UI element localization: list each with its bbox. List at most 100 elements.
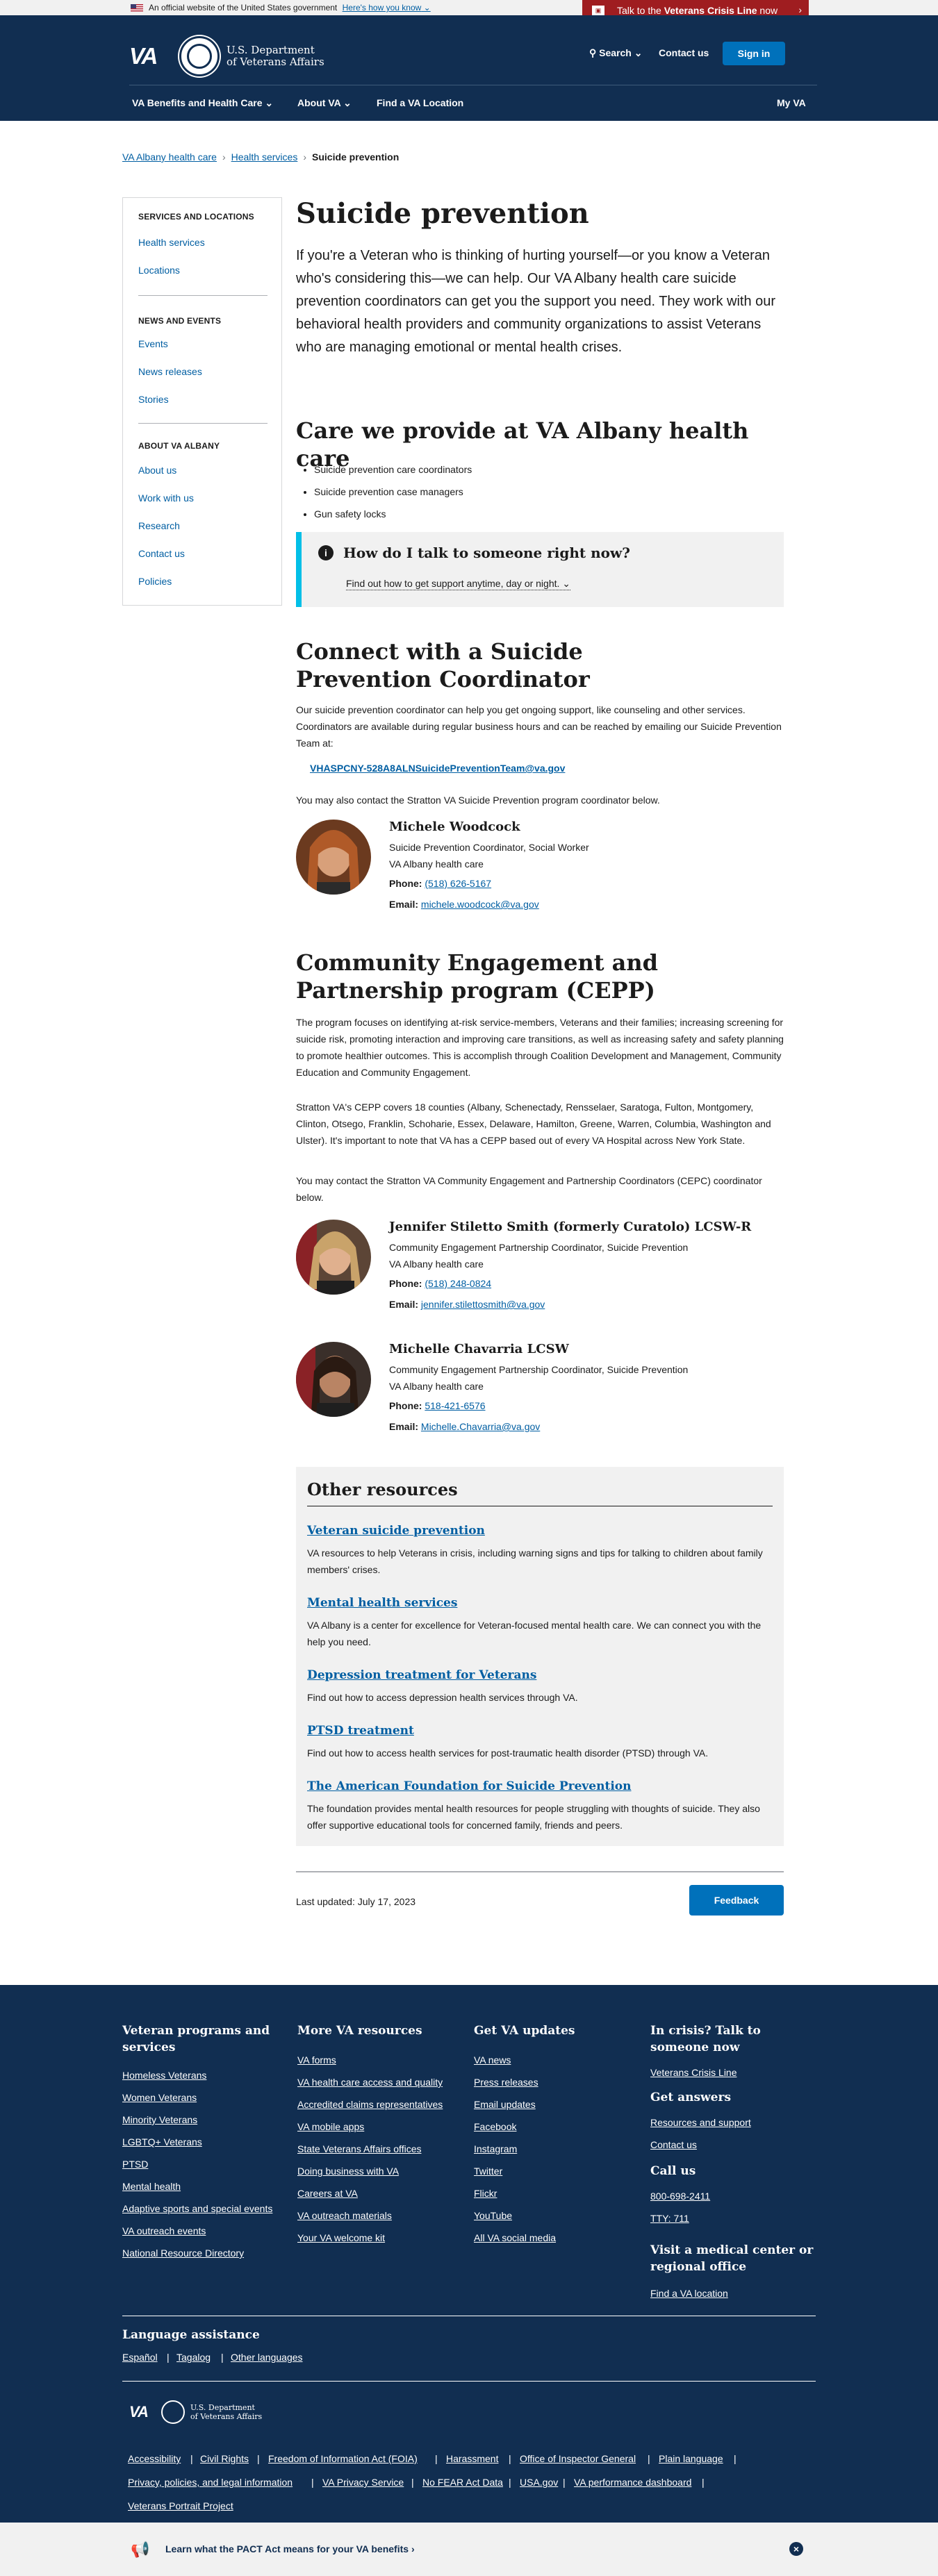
language-heading: Language assistance — [122, 2328, 260, 2342]
footer-bottom-link[interactable]: Freedom of Information Act (FOIA) — [268, 2453, 418, 2464]
footer-link[interactable]: VA mobile apps — [297, 2121, 364, 2132]
avatar — [296, 820, 371, 895]
search-icon: ⚲ — [589, 47, 597, 58]
footer-bottom-link[interactable]: No FEAR Act Data — [422, 2477, 503, 2488]
sidenav-events[interactable]: Events — [138, 338, 168, 349]
cepp-paragraph: Stratton VA's CEPP covers 18 counties (A… — [296, 1102, 771, 1146]
footer-bottom-link[interactable]: Civil Rights — [200, 2453, 249, 2464]
heres-how-you-know-link[interactable]: Here's how you know ⌄ — [343, 3, 431, 13]
phone-link[interactable]: (518) 248-0824 — [425, 1278, 491, 1289]
person-card: Jennifer Stiletto Smith (formerly Curato… — [296, 1220, 784, 1310]
phone-link[interactable]: 518-421-6576 — [425, 1400, 485, 1411]
lang-other[interactable]: Other languages — [231, 2352, 303, 2363]
resource-link[interactable]: PTSD treatment — [307, 1724, 773, 1738]
sidenav-work-with-us[interactable]: Work with us — [138, 492, 194, 504]
footer-link[interactable]: Women Veterans — [122, 2092, 197, 2103]
coordinator-heading: Connect with a Suicide Prevention Coordi… — [296, 638, 590, 692]
breadcrumb-va-albany[interactable]: VA Albany health care — [122, 151, 217, 163]
phone-link[interactable]: (518) 626-5167 — [425, 878, 491, 889]
footer-link[interactable]: VA health care access and quality — [297, 2077, 443, 2088]
footer-bottom-link[interactable]: Office of Inspector General — [520, 2453, 636, 2464]
footer-link[interactable]: VA outreach materials — [297, 2210, 392, 2221]
footer-link[interactable]: National Resource Directory — [122, 2247, 244, 2259]
person-name: Michelle Chavarria LCSW — [389, 1342, 569, 1356]
resource-link[interactable]: The American Foundation for Suicide Prev… — [307, 1779, 773, 1793]
resource-link[interactable]: Mental health services — [307, 1596, 773, 1610]
nav-about-va[interactable]: About VA ⌄ — [297, 97, 352, 109]
footer-link[interactable]: Minority Veterans — [122, 2114, 197, 2125]
resource-link[interactable]: Veteran suicide prevention — [307, 1524, 773, 1538]
team-email-link[interactable]: VHASPCNY-528A8ALNSuicidePreventionTeam@v… — [310, 763, 565, 774]
sidenav-policies[interactable]: Policies — [138, 576, 172, 587]
footer-link[interactable]: PTSD — [122, 2159, 148, 2170]
footer-link[interactable]: YouTube — [474, 2210, 512, 2221]
email-link[interactable]: Michelle.Chavarria@va.gov — [421, 1421, 540, 1432]
sidenav-research[interactable]: Research — [138, 520, 180, 531]
footer-link[interactable]: Email updates — [474, 2099, 536, 2110]
footer-link[interactable]: VA news — [474, 2054, 511, 2066]
footer-link[interactable]: LGBTQ+ Veterans — [122, 2136, 202, 2147]
email-link[interactable]: michele.woodcock@va.gov — [421, 899, 539, 910]
footer-link[interactable]: Facebook — [474, 2121, 516, 2132]
feedback-button[interactable]: Feedback — [689, 1885, 784, 1916]
alert-heading: How do I talk to someone right now? — [343, 545, 630, 561]
footer-bottom-link[interactable]: Privacy, policies, and legal information — [128, 2477, 293, 2488]
footer-link[interactable]: Your VA welcome kit — [297, 2232, 385, 2243]
breadcrumb-health-services[interactable]: Health services — [231, 151, 298, 163]
alert-expand-link[interactable]: Find out how to get support anytime, day… — [346, 578, 571, 590]
footer-bottom-link[interactable]: Harassment — [446, 2453, 498, 2464]
footer-link[interactable]: Adaptive sports and special events — [122, 2203, 272, 2214]
person-org: VA Albany health care — [389, 858, 484, 870]
person-role: Suicide Prevention Coordinator, Social W… — [389, 842, 589, 853]
footer-link[interactable]: Resources and support — [650, 2117, 751, 2128]
footer-bottom-link[interactable]: Veterans Portrait Project — [128, 2500, 233, 2511]
nav-find-location[interactable]: Find a VA Location — [377, 97, 463, 108]
footer-link[interactable]: Careers at VA — [297, 2188, 358, 2199]
footer-link[interactable]: Accredited claims representatives — [297, 2099, 443, 2110]
footer-link[interactable]: State Veterans Affairs offices — [297, 2143, 421, 2154]
lang-espanol[interactable]: Español — [122, 2352, 158, 2363]
avatar — [296, 1220, 371, 1295]
footer-divider — [122, 2381, 816, 2382]
chevron-right-icon: › — [798, 4, 802, 15]
footer-crisis-link[interactable]: Veterans Crisis Line — [650, 2067, 737, 2078]
sidenav-stories[interactable]: Stories — [138, 394, 169, 405]
nav-my-va[interactable]: My VA — [777, 97, 806, 108]
footer-bottom-link[interactable]: VA Privacy Service — [322, 2477, 404, 2488]
footer-bottom-link[interactable]: VA performance dashboard — [574, 2477, 691, 2488]
search-button[interactable]: ⚲ Search ⌄ — [589, 47, 642, 59]
pact-act-link[interactable]: Learn what the PACT Act means for your V… — [165, 2543, 415, 2554]
footer-link[interactable]: Find a VA location — [650, 2288, 728, 2299]
footer-tty-link[interactable]: TTY: 711 — [650, 2213, 689, 2224]
footer-bottom-link[interactable]: Plain language — [659, 2453, 723, 2464]
sign-in-button[interactable]: Sign in — [723, 42, 785, 65]
resource-link[interactable]: Depression treatment for Veterans — [307, 1668, 773, 1682]
footer-link[interactable]: Doing business with VA — [297, 2166, 399, 2177]
va-seal-icon — [161, 2400, 185, 2424]
sidenav-about-us[interactable]: About us — [138, 465, 176, 476]
footer-bottom-link[interactable]: USA.gov — [520, 2477, 558, 2488]
sidenav-contact-us[interactable]: Contact us — [138, 548, 185, 559]
footer-link[interactable]: Instagram — [474, 2143, 517, 2154]
close-icon[interactable]: × — [789, 2542, 803, 2556]
sidenav-health-services[interactable]: Health services — [138, 237, 205, 248]
lang-tagalog[interactable]: Tagalog — [176, 2352, 211, 2363]
footer-bottom-link[interactable]: Accessibility — [128, 2453, 181, 2464]
nav-benefits-health-care[interactable]: VA Benefits and Health Care ⌄ — [132, 97, 273, 109]
contact-us-link[interactable]: Contact us — [659, 47, 709, 58]
footer-link[interactable]: VA forms — [297, 2054, 336, 2066]
footer-heading: Veteran programs and services — [122, 2024, 270, 2054]
footer-link[interactable]: VA outreach events — [122, 2225, 206, 2236]
email-link[interactable]: jennifer.stilettosmith@va.gov — [421, 1299, 545, 1310]
footer-link[interactable]: Twitter — [474, 2166, 502, 2177]
footer-link[interactable]: Homeless Veterans — [122, 2070, 206, 2081]
sidenav-news-releases[interactable]: News releases — [138, 366, 202, 377]
footer-link[interactable]: Mental health — [122, 2181, 181, 2192]
footer-link[interactable]: All VA social media — [474, 2232, 556, 2243]
footer-link[interactable]: Press releases — [474, 2077, 538, 2088]
breadcrumb-current: Suicide prevention — [312, 151, 400, 163]
footer-phone-link[interactable]: 800-698-2411 — [650, 2191, 710, 2202]
footer-link[interactable]: Contact us — [650, 2139, 697, 2150]
footer-link[interactable]: Flickr — [474, 2188, 497, 2199]
sidenav-locations[interactable]: Locations — [138, 265, 180, 276]
